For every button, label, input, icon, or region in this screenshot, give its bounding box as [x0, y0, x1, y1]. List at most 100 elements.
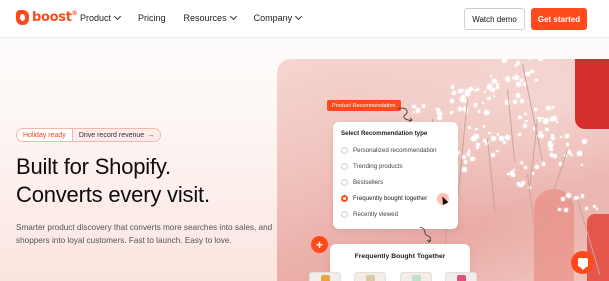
- get-started-button[interactable]: Get started: [531, 8, 587, 30]
- recommendation-type-card: Select Recommendation type Personalized …: [333, 122, 458, 229]
- headline-line-1: Built for Shopify.: [16, 154, 171, 179]
- option-recently-viewed[interactable]: Recently viewed: [341, 211, 398, 218]
- flower-blossom: [476, 142, 480, 147]
- nav-item-company[interactable]: Company: [254, 12, 303, 23]
- option-label: Recently viewed: [353, 211, 399, 218]
- pink-vase-image: [534, 189, 574, 281]
- curly-arrow-icon: [419, 226, 432, 243]
- flower-blossom: [466, 152, 470, 156]
- product-thumbnail[interactable]: [309, 272, 341, 281]
- flower-blossom: [552, 154, 557, 159]
- logo-text: boost®: [32, 10, 78, 25]
- flower-blossom: [581, 139, 587, 144]
- nav-label: Resources: [183, 13, 227, 23]
- radio-button-selected[interactable]: [341, 195, 348, 202]
- option-label: Personalized recommendation: [353, 147, 437, 154]
- flower-blossom: [450, 98, 455, 103]
- flower-blossom: [555, 120, 559, 123]
- chat-bubble-icon: [577, 258, 588, 270]
- boost-logo-icon: [16, 10, 29, 25]
- nav-item-product[interactable]: Product: [80, 12, 122, 23]
- add-button[interactable]: +: [311, 236, 328, 253]
- product-image: [457, 275, 466, 281]
- chevron-down-icon: [229, 12, 237, 21]
- hero-subtext: Smarter product discovery that converts …: [16, 223, 273, 245]
- hero-headline: Built for Shopify. Converts every visit.: [16, 153, 210, 209]
- nav-label: Pricing: [138, 13, 166, 23]
- flower-blossom: [537, 59, 543, 61]
- flower-blossom: [437, 115, 442, 121]
- flower-blossom: [520, 99, 524, 103]
- pill-revenue-text: Drive record revenue: [78, 131, 145, 139]
- flower-blossom: [545, 105, 551, 111]
- announcement-pill[interactable]: Holiday ready Drive record revenue →: [16, 128, 162, 142]
- product-thumbnail[interactable]: [400, 272, 432, 281]
- main-nav: Product Pricing Resources Company: [80, 12, 303, 23]
- flower-blossom: [415, 108, 421, 113]
- red-vase-image: [575, 59, 609, 129]
- flower-blossom: [504, 135, 510, 141]
- watch-demo-button[interactable]: Watch demo: [464, 8, 525, 30]
- flower-blossom: [458, 107, 462, 111]
- flower-blossom: [525, 119, 528, 123]
- product-image: [321, 275, 330, 281]
- flower-blossom: [449, 111, 453, 114]
- nav-item-resources[interactable]: Resources: [183, 12, 237, 23]
- flower-blossom: [506, 75, 510, 79]
- pill-revenue-link[interactable]: Drive record revenue →: [72, 129, 161, 141]
- chat-button[interactable]: [571, 251, 594, 274]
- radio-button[interactable]: [341, 163, 348, 170]
- chevron-down-icon: [295, 12, 303, 21]
- radio-button[interactable]: [341, 211, 348, 218]
- radio-button[interactable]: [341, 147, 348, 154]
- flower-blossom: [468, 125, 472, 129]
- product-thumbnail[interactable]: [445, 272, 477, 281]
- option-frequently-bought[interactable]: Frequently bought together: [341, 195, 427, 202]
- flower-blossom: [496, 149, 499, 152]
- product-recommendation-tag: Product Recommendation: [327, 100, 401, 111]
- flower-blossom: [496, 133, 500, 136]
- flower-blossom: [467, 149, 470, 152]
- product-image: [366, 275, 375, 281]
- flower-blossom: [471, 136, 476, 141]
- card-title: Select Recommendation type: [341, 130, 428, 137]
- flower-blossom: [475, 128, 478, 131]
- nav-item-pricing[interactable]: Pricing: [138, 13, 166, 23]
- product-thumbnail[interactable]: [354, 272, 386, 281]
- flower-blossom: [491, 88, 495, 92]
- flower-blossom: [421, 104, 426, 108]
- flower-blossom: [490, 135, 496, 141]
- arrow-right-icon: →: [147, 131, 155, 139]
- flower-blossom: [566, 143, 569, 146]
- flower-blossom: [495, 85, 499, 89]
- flower-blossom: [545, 127, 549, 132]
- option-trending[interactable]: Trending products: [341, 163, 403, 170]
- chevron-down-icon: [113, 12, 122, 21]
- flower-blossom: [459, 97, 465, 102]
- flower-blossom: [462, 166, 467, 172]
- product-image: [412, 275, 421, 281]
- flower-blossom: [565, 134, 569, 138]
- flower-blossom: [541, 162, 545, 166]
- top-navbar: boost® Product Pricing Resources Company…: [0, 0, 609, 38]
- flower-blossom: [460, 88, 464, 93]
- flower-blossom: [484, 109, 489, 115]
- option-bestsellers[interactable]: Bestsellers: [341, 179, 383, 186]
- flower-blossom: [525, 72, 530, 77]
- radio-button[interactable]: [341, 179, 348, 186]
- flower-blossom: [487, 96, 491, 100]
- flower-blossom: [538, 133, 544, 139]
- flower-blossom: [482, 124, 486, 128]
- fbt-title: Frequently Bought Together: [354, 253, 446, 260]
- flower-blossom: [517, 132, 521, 136]
- flower-blossom: [490, 152, 495, 158]
- option-personalized[interactable]: Personalized recommendation: [341, 147, 437, 154]
- boost-logo[interactable]: boost®: [16, 10, 78, 25]
- option-label: Trending products: [353, 163, 403, 170]
- flower-blossom: [520, 79, 523, 82]
- flower-blossom: [531, 171, 535, 175]
- flower-blossom: [518, 115, 522, 120]
- flower-blossom: [515, 60, 521, 66]
- flower-blossom: [566, 193, 571, 198]
- headline-line-2: Converts every visit.: [16, 182, 210, 207]
